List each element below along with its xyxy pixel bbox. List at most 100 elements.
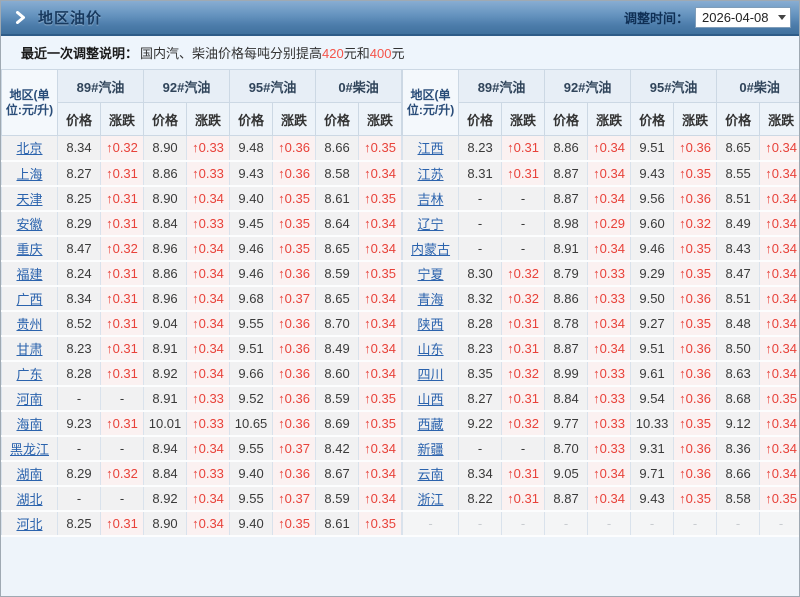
table-row: 河北 8.25 ↑0.31 8.90 ↑0.34 9.40 ↑0.35 8.61 ↑0.35 bbox=[1, 510, 403, 537]
change-cell: ↑0.36 bbox=[272, 160, 317, 187]
region-link[interactable]: 湖南 bbox=[16, 467, 42, 482]
region-link[interactable]: 辽宁 bbox=[418, 217, 444, 232]
change-cell: ↑0.36 bbox=[272, 335, 317, 362]
price-cell: 8.23 bbox=[458, 135, 503, 162]
price-cell: 9.54 bbox=[630, 385, 675, 412]
price-cell: 10.01 bbox=[143, 410, 188, 437]
adjust-date-value: 2026-04-08 bbox=[702, 10, 769, 25]
price-cell: 8.69 bbox=[315, 410, 360, 437]
change-cell: ↑0.34 bbox=[358, 235, 403, 262]
change-cell: ↑0.34 bbox=[186, 235, 231, 262]
price-cell: - bbox=[57, 485, 101, 512]
region-link[interactable]: 天津 bbox=[16, 192, 42, 207]
region-link[interactable]: 广东 bbox=[16, 367, 42, 382]
sub-header: 涨跌 bbox=[501, 102, 546, 136]
region-link[interactable]: 安徽 bbox=[16, 217, 42, 232]
region-cell: 云南 bbox=[402, 460, 460, 487]
change-cell: ↑0.36 bbox=[272, 135, 317, 162]
price-cell: 8.94 bbox=[143, 435, 188, 462]
change-cell: ↑0.36 bbox=[272, 360, 317, 387]
price-cell: 8.34 bbox=[57, 135, 101, 162]
price-cell: 8.51 bbox=[716, 185, 761, 212]
price-table-right: 地区(单位:元/升) 89#汽油 92#汽油 95#汽油 0#柴油 价格 涨跌 价格 涨跌 价格涨… bbox=[402, 69, 799, 537]
region-link[interactable]: 北京 bbox=[16, 141, 42, 156]
region-link[interactable]: 黑龙江 bbox=[10, 442, 49, 457]
region-link[interactable]: 湖北 bbox=[16, 492, 42, 507]
sub-header: 价格 bbox=[229, 102, 274, 136]
sub-header: 价格 bbox=[143, 102, 188, 136]
change-cell: ↑0.33 bbox=[186, 460, 231, 487]
price-cell: 8.99 bbox=[544, 360, 589, 387]
region-link[interactable]: 云南 bbox=[418, 467, 444, 482]
price-cell: 8.51 bbox=[716, 285, 761, 312]
price-cell: - bbox=[458, 435, 503, 462]
change-cell: - bbox=[501, 510, 546, 537]
change-cell: ↑0.36 bbox=[272, 260, 317, 287]
price-cell: 8.90 bbox=[143, 510, 188, 537]
region-link[interactable]: 福建 bbox=[16, 267, 42, 282]
region-link[interactable]: 广西 bbox=[16, 292, 42, 307]
region-link[interactable]: 新疆 bbox=[418, 442, 444, 457]
region-link[interactable]: 宁夏 bbox=[418, 267, 444, 282]
notice-segment: 元和 bbox=[343, 46, 370, 61]
region-link[interactable]: 浙江 bbox=[418, 492, 444, 507]
region-cell: 辽宁 bbox=[402, 210, 460, 237]
change-cell: ↑0.35 bbox=[673, 235, 718, 262]
price-cell: 8.91 bbox=[143, 385, 188, 412]
change-cell: ↑0.34 bbox=[759, 435, 799, 462]
region-link[interactable]: 吉林 bbox=[418, 192, 444, 207]
price-cell: 8.24 bbox=[57, 260, 101, 287]
change-cell: ↑0.34 bbox=[186, 510, 231, 537]
fuel-type-header: 89#汽油 bbox=[458, 69, 546, 103]
table-row: 北京 8.34 ↑0.32 8.90 ↑0.33 9.48 ↑0.36 8.66 ↑0.35 bbox=[1, 135, 403, 162]
change-cell: ↑0.34 bbox=[759, 410, 799, 437]
price-cell: 9.40 bbox=[229, 510, 274, 537]
region-link[interactable]: 重庆 bbox=[16, 242, 42, 257]
region-link[interactable]: 青海 bbox=[418, 292, 444, 307]
region-link[interactable]: 西藏 bbox=[418, 417, 444, 432]
adjust-date-select[interactable]: 2026-04-08 bbox=[695, 7, 791, 28]
region-cell: 四川 bbox=[402, 360, 460, 387]
change-cell: ↑0.31 bbox=[99, 160, 145, 187]
price-cell: 8.64 bbox=[315, 210, 360, 237]
region-link[interactable]: 河北 bbox=[16, 517, 42, 532]
table-row: 广东 8.28 ↑0.31 8.92 ↑0.34 9.66 ↑0.36 8.60 ↑0.34 bbox=[1, 360, 403, 387]
sub-header: 价格 bbox=[716, 102, 761, 136]
region-link[interactable]: 河南 bbox=[16, 392, 42, 407]
region-link[interactable]: 山东 bbox=[418, 342, 444, 357]
change-cell: ↑0.33 bbox=[587, 260, 632, 287]
region-cell: 甘肃 bbox=[1, 335, 58, 362]
region-cell: 西藏 bbox=[402, 410, 460, 437]
region-link[interactable]: 贵州 bbox=[16, 317, 42, 332]
region-cell: 内蒙古 bbox=[402, 235, 460, 262]
region-link[interactable]: 陕西 bbox=[418, 317, 444, 332]
price-cell: 9.12 bbox=[716, 410, 761, 437]
price-cell: 8.66 bbox=[716, 460, 761, 487]
region-link[interactable]: 内蒙古 bbox=[411, 242, 450, 257]
price-cell: 8.43 bbox=[716, 235, 761, 262]
change-cell: ↑0.35 bbox=[759, 385, 799, 412]
region-link[interactable]: 海南 bbox=[16, 417, 42, 432]
region-link[interactable]: 四川 bbox=[418, 367, 444, 382]
fuel-type-header: 89#汽油 bbox=[56, 69, 145, 103]
price-cell: 9.46 bbox=[630, 235, 675, 262]
table-row: 内蒙古 - -8.91 ↑0.34 9.46 ↑0.35 8.43 ↑0.34 bbox=[402, 235, 799, 262]
price-cell: 10.33 bbox=[630, 410, 675, 437]
region-link[interactable]: 江西 bbox=[418, 141, 444, 156]
price-cell: 8.87 bbox=[544, 160, 589, 187]
change-cell: ↑0.32 bbox=[501, 360, 546, 387]
change-cell: ↑0.33 bbox=[587, 385, 632, 412]
change-cell: ↑0.35 bbox=[272, 210, 317, 237]
region-link[interactable]: 江苏 bbox=[418, 167, 444, 182]
change-cell: ↑0.34 bbox=[186, 485, 231, 512]
change-cell: ↑0.34 bbox=[358, 460, 403, 487]
change-cell: ↑0.31 bbox=[99, 185, 145, 212]
region-link[interactable]: 甘肃 bbox=[16, 342, 42, 357]
change-cell: ↑0.34 bbox=[186, 285, 231, 312]
change-cell: ↑0.34 bbox=[587, 160, 632, 187]
price-cell: 8.66 bbox=[315, 135, 360, 162]
table-row: 海南 9.23 ↑0.31 10.01 ↑0.33 10.65 ↑0.36 8.69 ↑0.35 bbox=[1, 410, 403, 437]
region-link[interactable]: 山西 bbox=[418, 392, 444, 407]
region-link[interactable]: 上海 bbox=[16, 167, 42, 182]
change-cell: ↑0.31 bbox=[501, 460, 546, 487]
